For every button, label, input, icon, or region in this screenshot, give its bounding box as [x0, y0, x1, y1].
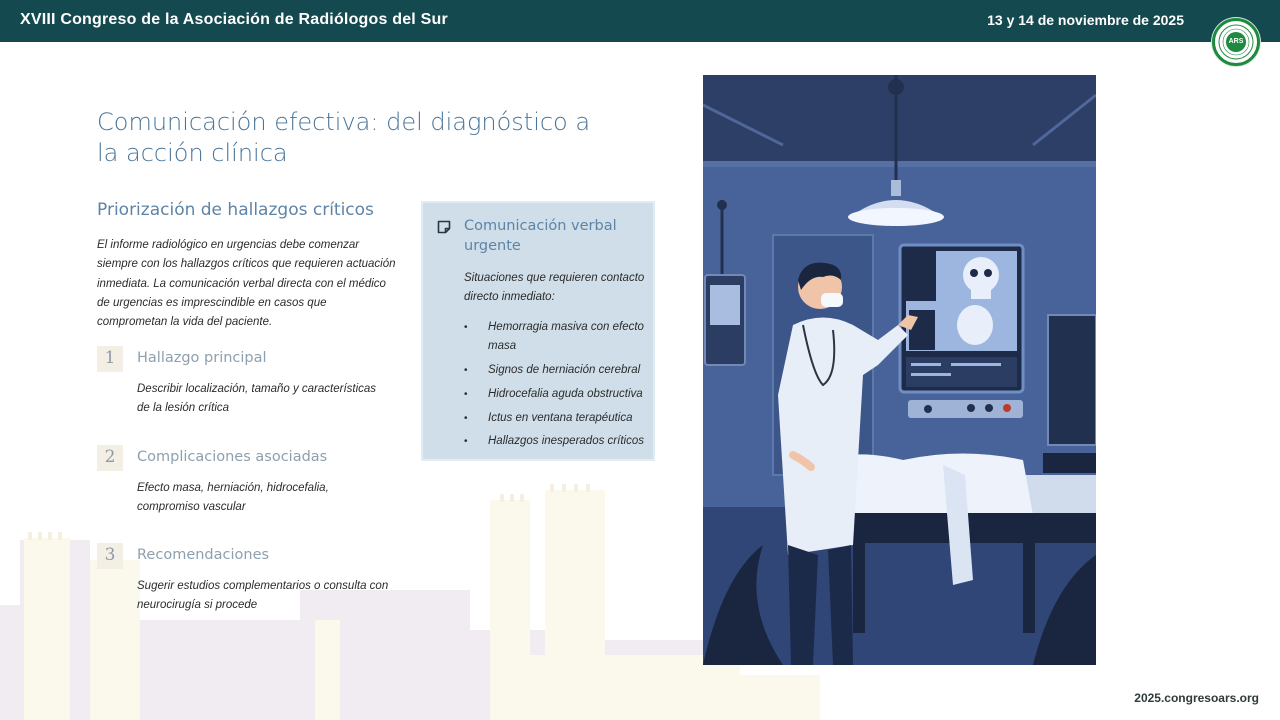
intro-paragraph: El informe radiológico en urgencias debe… [97, 239, 396, 329]
header-bar: XVIII Congreso de la Asociación de Radió… [0, 0, 1280, 42]
step-title: Hallazgo principal [137, 350, 267, 366]
list-item: Hidrocefalia aguda obstructiva [464, 385, 649, 405]
step-number: 3 [97, 543, 123, 569]
step-title: Complicaciones asociadas [137, 449, 328, 465]
list-item: Ictus en ventana terapéutica [464, 409, 649, 429]
step-number: 2 [97, 445, 123, 471]
list-item: Hallazgos inesperados críticos [464, 432, 649, 452]
footer-url[interactable]: 2025.congresoars.org [1134, 691, 1259, 705]
logo-text: ARS [1226, 32, 1246, 52]
urgent-situations-list: Hemorragia masiva con efecto masa Signos… [464, 318, 649, 456]
section-title: Priorización de hallazgos críticos [97, 200, 374, 220]
urgent-communication-callout: Comunicación verbal urgente Situaciones … [421, 201, 655, 461]
callout-title: Comunicación verbal urgente [464, 218, 617, 254]
callout-subtitle: Situaciones que requieren contacto direc… [464, 272, 645, 304]
step-number: 1 [97, 346, 123, 372]
radiologist-illustration [703, 75, 1096, 665]
note-icon [437, 220, 451, 234]
step-description: Efecto masa, herniación, hidrocefalia, c… [137, 482, 329, 514]
slide-title: Comunicación efectiva: del diagnóstico a… [97, 108, 591, 167]
step-description: Describir localización, tamaño y caracte… [137, 383, 377, 415]
step-description: Sugerir estudios complementarios o consu… [137, 580, 389, 612]
conference-date: 13 y 14 de noviembre de 2025 [987, 12, 1184, 28]
list-item: Signos de herniación cerebral [464, 361, 649, 381]
conference-title: XVIII Congreso de la Asociación de Radió… [20, 11, 448, 28]
list-item: Hemorragia masiva con efecto masa [464, 318, 649, 357]
step-title: Recomendaciones [137, 547, 270, 563]
ars-logo: ARS [1212, 18, 1260, 66]
